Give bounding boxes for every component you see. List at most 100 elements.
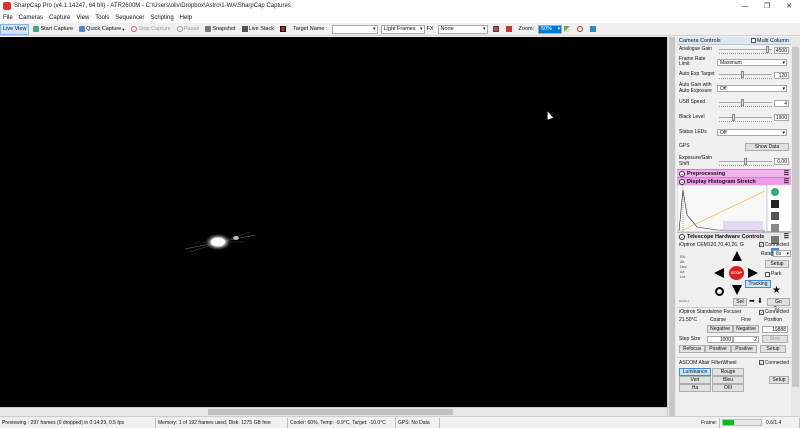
scroll-thumb[interactable] bbox=[669, 37, 675, 416]
mount-setup-button[interactable]: Setup bbox=[765, 260, 789, 268]
tools-button[interactable] bbox=[588, 24, 599, 35]
frame-type-combo[interactable]: Light Frames ▾ bbox=[380, 24, 425, 34]
show-data-button[interactable]: Show Data bbox=[745, 143, 789, 151]
image-viewport[interactable] bbox=[0, 37, 667, 407]
usb-speed-input[interactable]: 4 bbox=[774, 99, 789, 107]
lightning-icon[interactable] bbox=[771, 212, 779, 220]
snapshot-button[interactable]: Snapshot bbox=[203, 24, 237, 35]
quick-capture-button[interactable]: Quick Capture ▼ bbox=[77, 24, 127, 35]
auto-stretch-button[interactable] bbox=[771, 188, 779, 196]
coarse-positive-button[interactable]: Positive bbox=[705, 345, 731, 353]
grid-button[interactable] bbox=[491, 24, 502, 35]
slider-knob[interactable] bbox=[732, 113, 736, 121]
start-capture-button[interactable]: Start Capture bbox=[31, 24, 75, 35]
histogram-header[interactable]: ⌄ Display Histogram Stretch ☰ bbox=[677, 177, 791, 185]
filter-vert-button[interactable]: Vert bbox=[679, 376, 711, 384]
slider-knob[interactable] bbox=[740, 71, 744, 78]
menu-cameras[interactable]: Cameras bbox=[19, 15, 43, 21]
set-button[interactable]: Set bbox=[733, 298, 747, 306]
multi-column-checkbox[interactable] bbox=[750, 38, 756, 43]
horizontal-scrollbar[interactable] bbox=[0, 407, 667, 416]
histogram-toggle-button[interactable] bbox=[278, 24, 289, 35]
slew-left-button[interactable] bbox=[714, 268, 724, 278]
stop-button[interactable]: STOP bbox=[729, 266, 744, 280]
stop-capture-button[interactable]: Stop Capture bbox=[129, 24, 172, 35]
tracking-button[interactable]: Tracking bbox=[745, 280, 771, 288]
minimize-button[interactable]: — bbox=[734, 0, 756, 12]
target-name-combo[interactable]: ▾ bbox=[331, 24, 378, 34]
scroll-thumb[interactable] bbox=[208, 409, 453, 415]
menu-sequencer[interactable]: Sequencer bbox=[115, 15, 144, 21]
slew-right-button[interactable] bbox=[748, 268, 758, 278]
pause-button[interactable]: Pause bbox=[175, 24, 202, 35]
status-leds-select[interactable]: Off ▾ bbox=[717, 129, 787, 136]
filterwheel-setup-button[interactable]: Setup bbox=[769, 376, 789, 384]
scroll-thumb[interactable] bbox=[792, 47, 799, 387]
mount-connected-checkbox[interactable]: ✓ bbox=[758, 242, 764, 247]
target-button[interactable] bbox=[575, 24, 586, 35]
play-icon[interactable] bbox=[771, 200, 779, 208]
menu-capture[interactable]: Capture bbox=[49, 15, 70, 21]
filterwheel-connected-checkbox[interactable]: ✓ bbox=[758, 360, 764, 365]
fine-positive-button[interactable]: Positive bbox=[731, 345, 757, 353]
tracking-star-icon[interactable]: ★ bbox=[772, 286, 781, 296]
exp-gain-shift-slider[interactable] bbox=[717, 157, 774, 166]
filter-rouge-button[interactable]: Rouge bbox=[712, 368, 744, 376]
arrow-down-icon[interactable]: ⬇ bbox=[757, 298, 763, 306]
panel-scrollbar[interactable] bbox=[791, 37, 800, 416]
slew-up-button[interactable] bbox=[732, 251, 742, 261]
coarse-negative-button[interactable]: Negative bbox=[707, 325, 733, 333]
arrow-right-icon[interactable]: ➡ bbox=[749, 298, 755, 306]
menu-scripting[interactable]: Scripting bbox=[150, 15, 173, 21]
fine-negative-button[interactable]: Negative bbox=[733, 325, 759, 333]
filter-ha-button[interactable]: Ha bbox=[679, 384, 711, 392]
menu-tools[interactable]: Tools bbox=[95, 15, 109, 21]
overlay-button[interactable] bbox=[504, 24, 515, 35]
live-view-button[interactable]: Live View bbox=[0, 23, 30, 35]
exp-gain-shift-input[interactable]: 0.00 bbox=[774, 158, 789, 165]
analogue-gain-input[interactable]: 4500 bbox=[774, 46, 789, 54]
focuser-setup-button[interactable]: Setup bbox=[760, 345, 786, 353]
live-stack-button[interactable]: Live Stack bbox=[240, 24, 276, 35]
preprocessing-header[interactable]: ⌄ Preprocessing ☰ bbox=[677, 169, 791, 177]
histogram-button[interactable] bbox=[562, 24, 573, 35]
menu-icon[interactable]: ☰ bbox=[784, 170, 789, 177]
fx-combo[interactable]: None ▾ bbox=[437, 24, 488, 34]
black-level-input[interactable]: 1900 bbox=[774, 114, 789, 121]
usb-speed-slider[interactable] bbox=[717, 99, 774, 107]
slider-knob[interactable] bbox=[743, 157, 747, 165]
zoom-combo[interactable]: 50% ▾ bbox=[538, 24, 563, 34]
filter-luminance-button[interactable]: Luminance bbox=[679, 368, 711, 376]
fine-step-input[interactable]: 2 bbox=[733, 335, 759, 343]
auto-exp-target-slider[interactable] bbox=[717, 71, 774, 79]
histogram-area[interactable] bbox=[677, 185, 791, 256]
black-level-slider[interactable] bbox=[717, 113, 774, 122]
auto-exp-target-input[interactable]: 120 bbox=[774, 71, 789, 79]
filter-bleu-button[interactable]: Bleu bbox=[712, 376, 744, 384]
close-button[interactable]: ✕ bbox=[778, 0, 800, 12]
camera-controls-header[interactable]: Camera Controls Multi Column bbox=[677, 37, 791, 45]
focuser-connected-checkbox[interactable]: ✓ bbox=[758, 309, 764, 315]
auto-gain-select[interactable]: Off ▾ bbox=[717, 85, 787, 92]
refocus-button[interactable]: Refocus bbox=[679, 345, 705, 353]
menu-help[interactable]: Help bbox=[180, 15, 192, 21]
vertical-scrollbar[interactable] bbox=[667, 37, 676, 416]
slew-down-button[interactable] bbox=[732, 285, 742, 295]
menu-icon[interactable]: ☰ bbox=[784, 178, 789, 185]
analogue-gain-slider[interactable] bbox=[717, 46, 774, 54]
rate-select[interactable]: 8x ▾ bbox=[773, 250, 791, 257]
focuser-stop-button[interactable]: Stop bbox=[762, 335, 788, 343]
filter-oiii-button[interactable]: OIII bbox=[712, 384, 744, 392]
coarse-step-input[interactable]: 1000 bbox=[707, 335, 733, 343]
reset-icon[interactable] bbox=[771, 224, 779, 232]
park-icon[interactable] bbox=[715, 287, 724, 296]
position-input[interactable]: 19888 bbox=[762, 325, 788, 333]
menu-file[interactable]: File bbox=[3, 15, 13, 21]
goto-button[interactable]: Go To... bbox=[767, 298, 790, 312]
slider-knob[interactable] bbox=[766, 46, 770, 53]
park-checkbox[interactable] bbox=[765, 271, 770, 277]
menu-view[interactable]: View bbox=[76, 15, 89, 21]
maximize-button[interactable]: ❐ bbox=[756, 0, 778, 12]
slider-knob[interactable] bbox=[740, 99, 744, 106]
frame-rate-select[interactable]: Maximum ▾ bbox=[717, 58, 787, 66]
